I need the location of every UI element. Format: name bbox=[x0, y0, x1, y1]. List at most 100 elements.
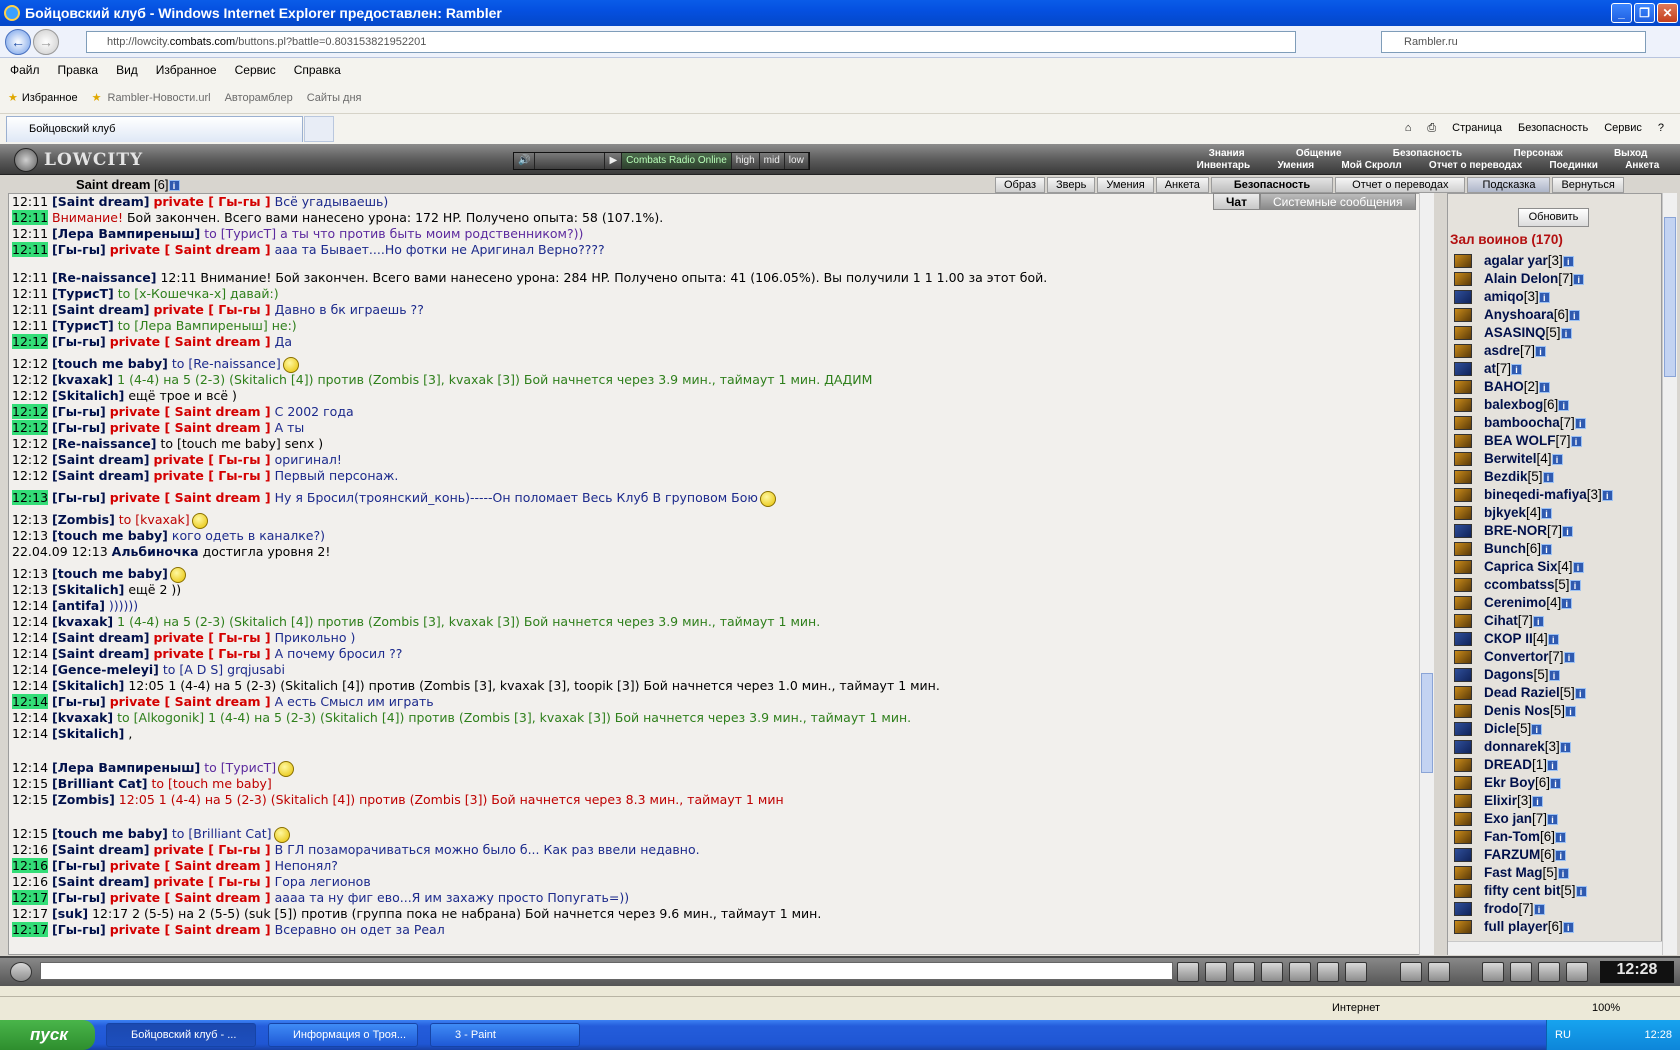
task-fightclub[interactable]: Бойцовский клуб - ... bbox=[106, 1023, 256, 1047]
menu-edit[interactable]: Правка bbox=[58, 63, 99, 77]
chat-mode-icon[interactable] bbox=[1428, 962, 1450, 982]
private-msg-icon[interactable] bbox=[1454, 272, 1472, 287]
info-icon[interactable]: i bbox=[1532, 795, 1544, 807]
private-msg-icon[interactable] bbox=[1454, 416, 1472, 431]
user-name[interactable]: Saint dream [6] i bbox=[76, 177, 180, 192]
tab-image[interactable]: Образ bbox=[995, 177, 1046, 193]
info-icon[interactable]: i bbox=[1574, 417, 1586, 429]
cmd-page[interactable]: Страница bbox=[1452, 122, 1502, 135]
chat-time[interactable]: 12:17 bbox=[12, 906, 48, 921]
fav-link-sites[interactable]: Сайты дня bbox=[307, 92, 362, 104]
menu-skills[interactable]: Умения bbox=[1277, 160, 1314, 173]
private-msg-icon[interactable] bbox=[1454, 254, 1472, 269]
player-name[interactable]: Dicle bbox=[1484, 721, 1516, 736]
info-icon[interactable]: i bbox=[1560, 327, 1572, 339]
address-input[interactable]: http://lowcity.combats.com/buttons.pl?ba… bbox=[86, 31, 1296, 53]
chat-input[interactable] bbox=[40, 962, 1173, 980]
start-button[interactable]: пуск bbox=[0, 1020, 95, 1050]
menu-profile[interactable]: Анкета bbox=[1625, 160, 1659, 173]
smiley-icon[interactable] bbox=[1400, 962, 1422, 982]
private-msg-icon[interactable] bbox=[1454, 542, 1472, 557]
info-icon[interactable]: i bbox=[1531, 723, 1543, 735]
menu-tools[interactable]: Сервис bbox=[235, 63, 276, 77]
chat-time[interactable]: 12:16 bbox=[12, 874, 48, 889]
fav-link-auto[interactable]: Авторамблер bbox=[225, 92, 293, 104]
chat-nick[interactable]: [Skitalich] bbox=[52, 582, 124, 597]
chat-nick[interactable]: [Skitalich] bbox=[52, 726, 124, 741]
chat-time[interactable]: 22.04.09 12:13 bbox=[12, 544, 108, 559]
player-name[interactable]: DREAD bbox=[1484, 757, 1532, 772]
player-name[interactable]: Denis Nos bbox=[1484, 703, 1550, 718]
private-msg-icon[interactable] bbox=[1454, 722, 1472, 737]
private-msg-icon[interactable] bbox=[1454, 344, 1472, 359]
private-msg-icon[interactable] bbox=[1454, 560, 1472, 575]
chat-nick[interactable]: [Гы-гы] bbox=[52, 242, 106, 257]
private-msg-icon[interactable] bbox=[1454, 848, 1472, 863]
info-icon[interactable]: i bbox=[1601, 489, 1613, 501]
private-msg-icon[interactable] bbox=[1454, 740, 1472, 755]
chat-nick[interactable]: [Zombis] bbox=[52, 512, 115, 527]
private-msg-icon[interactable] bbox=[1454, 470, 1472, 485]
player-name[interactable]: BEA WOLF bbox=[1484, 433, 1556, 448]
info-icon[interactable]: i bbox=[1565, 705, 1577, 717]
chat-nick[interactable]: [Гы-гы] bbox=[52, 334, 106, 349]
info-icon[interactable]: i bbox=[1558, 399, 1570, 411]
chat-nick[interactable]: [Saint dream] bbox=[52, 630, 149, 645]
chat-nick[interactable]: [ТурисТ] bbox=[52, 318, 114, 333]
private-msg-icon[interactable] bbox=[1454, 920, 1472, 935]
chat-nick[interactable]: [suk] bbox=[52, 906, 88, 921]
player-name[interactable]: Alain Delon bbox=[1484, 271, 1558, 286]
private-msg-icon[interactable] bbox=[1454, 398, 1472, 413]
chat-time[interactable]: 12:11 bbox=[12, 194, 48, 209]
info-icon[interactable]: i bbox=[1551, 453, 1563, 465]
info-icon[interactable]: i bbox=[1561, 597, 1573, 609]
player-name[interactable]: BAHO bbox=[1484, 379, 1524, 394]
info-icon[interactable]: i bbox=[1548, 669, 1560, 681]
player-name[interactable]: donnarek bbox=[1484, 739, 1545, 754]
private-msg-icon[interactable] bbox=[1454, 776, 1472, 791]
info-icon[interactable]: i bbox=[1555, 849, 1567, 861]
task-info[interactable]: Информация о Троя... bbox=[268, 1023, 418, 1047]
info-icon[interactable]: i bbox=[1570, 435, 1582, 447]
fav-link-news[interactable]: Rambler-Новости.url bbox=[108, 92, 211, 104]
chat-time[interactable]: 12:12 bbox=[12, 436, 48, 451]
private-msg-icon[interactable] bbox=[1454, 884, 1472, 899]
chat-nick[interactable]: [Saint dream] bbox=[52, 452, 149, 467]
chat-time[interactable]: 12:14 bbox=[12, 646, 48, 661]
chat-time[interactable]: 12:14 bbox=[12, 694, 49, 709]
forward-button[interactable]: → bbox=[33, 29, 59, 55]
player-name[interactable]: Bezdik bbox=[1484, 469, 1528, 484]
chat-time[interactable]: 12:15 bbox=[12, 826, 48, 841]
player-name[interactable]: bineqedi-mafiya bbox=[1484, 487, 1587, 502]
chat-nick[interactable]: [Re-naissance] bbox=[52, 270, 156, 285]
favorites-button[interactable]: Избранное bbox=[22, 92, 78, 104]
player-name[interactable]: Cerenimo bbox=[1484, 595, 1546, 610]
private-msg-icon[interactable] bbox=[1454, 830, 1472, 845]
chat-time[interactable]: 12:12 bbox=[12, 356, 48, 371]
player-name[interactable]: ccombatss bbox=[1484, 577, 1555, 592]
chat-nick[interactable]: [kvaxak] bbox=[52, 372, 113, 387]
chat-time[interactable]: 12:12 bbox=[12, 372, 48, 387]
player-name[interactable]: Fast Mag bbox=[1484, 865, 1543, 880]
chat-nick[interactable]: [touch me baby] bbox=[52, 528, 168, 543]
menu-view[interactable]: Вид bbox=[116, 63, 138, 77]
private-msg-icon[interactable] bbox=[1454, 614, 1472, 629]
player-name[interactable]: BRE-NOR bbox=[1484, 523, 1547, 538]
chat-nick[interactable]: [Skitalich] bbox=[52, 678, 124, 693]
chat-nick[interactable]: [Saint dream] bbox=[52, 194, 149, 209]
menu-inventory[interactable]: Инвентарь bbox=[1197, 160, 1251, 173]
info-icon[interactable]: i bbox=[1557, 867, 1569, 879]
chat-time[interactable]: 12:12 bbox=[12, 404, 49, 419]
chat-nick[interactable]: [Гы-гы] bbox=[52, 404, 106, 419]
info-icon[interactable]: i bbox=[1547, 633, 1559, 645]
private-msg-icon[interactable] bbox=[1454, 434, 1472, 449]
chat-time[interactable]: 12:13 bbox=[12, 490, 49, 505]
chat-nick[interactable]: [touch me baby] bbox=[52, 356, 168, 371]
player-name[interactable]: Convertor bbox=[1484, 649, 1549, 664]
private-msg-icon[interactable] bbox=[1454, 380, 1472, 395]
private-msg-icon[interactable] bbox=[1454, 596, 1472, 611]
private-msg-icon[interactable] bbox=[1454, 686, 1472, 701]
chat-nick[interactable]: [Saint dream] bbox=[52, 302, 149, 317]
menu-help[interactable]: Справка bbox=[294, 63, 341, 77]
player-name[interactable]: Dead Raziel bbox=[1484, 685, 1560, 700]
